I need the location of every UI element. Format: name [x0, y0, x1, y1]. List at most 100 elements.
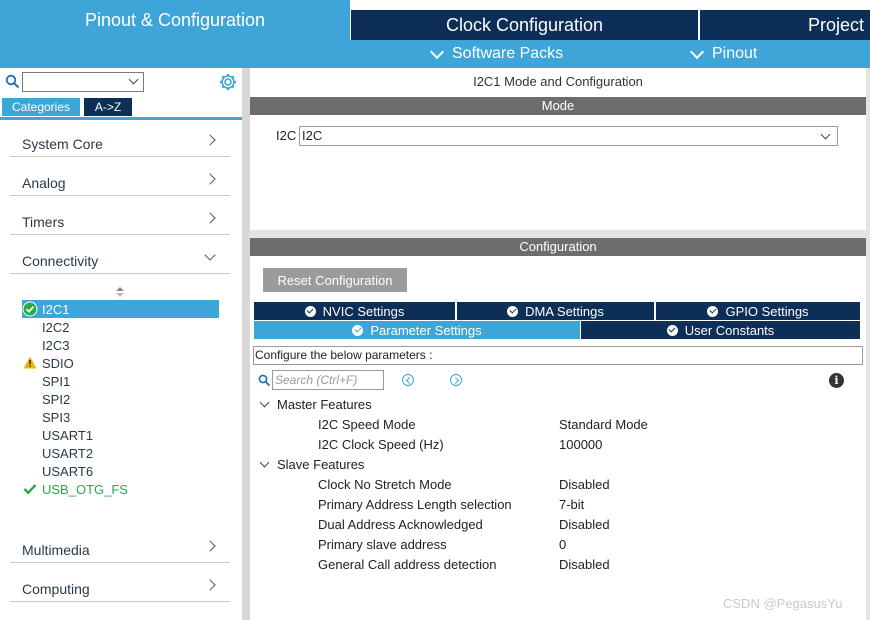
- configuration-section-header: Configuration: [250, 238, 866, 256]
- tab-label: DMA Settings: [525, 303, 604, 319]
- category-label: System Core: [22, 136, 103, 152]
- chevron-down-icon: [204, 249, 216, 261]
- check-circle-icon: [707, 305, 719, 317]
- tab-a-to-z[interactable]: A->Z: [84, 98, 132, 116]
- category-multimedia[interactable]: Multimedia: [10, 525, 230, 563]
- check-circle-icon: [352, 324, 364, 336]
- section-divider: [250, 230, 870, 238]
- peripheral-label: SDIO: [42, 355, 74, 371]
- check-circle-icon: [666, 324, 678, 336]
- category-analog[interactable]: Analog: [10, 158, 230, 196]
- peripheral-usart6[interactable]: USART6: [42, 462, 93, 480]
- peripheral-spi2[interactable]: SPI2: [42, 390, 70, 408]
- peripheral-usart2[interactable]: USART2: [42, 444, 93, 462]
- tab-nvic-settings[interactable]: NVIC Settings: [254, 302, 455, 320]
- tab-clock-configuration[interactable]: Clock Configuration: [351, 10, 698, 40]
- check-circle-icon: [22, 301, 38, 317]
- peripheral-spi1[interactable]: SPI1: [42, 372, 70, 390]
- peripheral-usart1[interactable]: USART1: [42, 426, 93, 444]
- search-next-button[interactable]: [450, 374, 462, 386]
- param-name: Primary Address Length selection: [318, 496, 512, 512]
- pinout-menu-label: Pinout: [712, 45, 758, 62]
- param-value[interactable]: Disabled: [559, 555, 610, 573]
- tab-label: GPIO Settings: [725, 303, 809, 319]
- tab-gpio-settings[interactable]: GPIO Settings: [656, 302, 860, 320]
- chevron-down-icon[interactable]: [128, 74, 139, 85]
- param-value[interactable]: Standard Mode: [559, 415, 648, 433]
- sub-menu-bar: Software Packs Pinout: [0, 40, 870, 68]
- configure-note: Configure the below parameters :: [253, 346, 863, 365]
- sort-icon[interactable]: [115, 286, 125, 298]
- peripheral-spi3[interactable]: SPI3: [42, 408, 70, 426]
- software-packs-label: Software Packs: [452, 45, 564, 62]
- page-title: I2C1 Mode and Configuration: [473, 74, 643, 89]
- peripheral-label: USART1: [42, 427, 94, 443]
- category-timers[interactable]: Timers: [10, 197, 230, 235]
- param-value[interactable]: Disabled: [559, 475, 610, 493]
- gear-icon[interactable]: [219, 73, 237, 91]
- chevron-down-icon: [820, 129, 831, 140]
- tab-pinout-configuration[interactable]: Pinout & Configuration: [0, 0, 350, 40]
- tab-clock-label: Clock Configuration: [445, 14, 604, 35]
- category-search-input[interactable]: [22, 72, 144, 92]
- check-circle-icon: [507, 305, 519, 317]
- peripheral-label: SPI1: [42, 373, 71, 389]
- chevron-left-icon: [405, 376, 413, 385]
- tab-project-manager[interactable]: Project: [700, 10, 870, 40]
- parameter-search-input[interactable]: Search (Ctrl+F): [272, 370, 384, 390]
- peripheral-label: SPI2: [42, 391, 71, 407]
- tab-a-to-z-label: A->Z: [94, 100, 122, 114]
- tab-label: User Constants: [684, 322, 775, 338]
- i2c-mode-select[interactable]: I2C: [299, 126, 838, 146]
- tab-pinout-label: Pinout & Configuration: [84, 9, 266, 30]
- group-label: Slave Features: [277, 456, 365, 472]
- tab-label: NVIC Settings: [322, 303, 405, 319]
- chevron-right-icon: [204, 173, 216, 185]
- search-icon[interactable]: [5, 74, 21, 90]
- category-label: Multimedia: [22, 542, 90, 558]
- param-name: I2C Clock Speed (Hz): [318, 436, 444, 452]
- i2c-mode-value: I2C: [302, 128, 323, 143]
- reset-configuration-button[interactable]: Reset Configuration: [263, 268, 407, 292]
- category-connectivity[interactable]: Connectivity: [10, 236, 230, 274]
- peripheral-i2c1[interactable]: I2C1: [42, 300, 69, 318]
- category-computing[interactable]: Computing: [10, 564, 230, 602]
- top-tab-bar: Pinout & Configuration Clock Configurati…: [0, 0, 870, 40]
- checkmark-icon: [23, 484, 37, 495]
- peripheral-label: I2C2: [42, 319, 70, 335]
- chevron-down-icon: [259, 457, 270, 468]
- chevron-right-icon: [204, 540, 216, 552]
- software-packs-menu[interactable]: Software Packs: [429, 40, 564, 68]
- param-value[interactable]: 0: [559, 535, 566, 553]
- search-icon[interactable]: [258, 374, 271, 387]
- chevron-down-icon: [259, 397, 270, 408]
- peripheral-label: I2C1: [42, 301, 70, 317]
- peripheral-sdio[interactable]: SDIO: [42, 354, 74, 372]
- group-master-features[interactable]: Master Features: [258, 395, 372, 413]
- tab-categories[interactable]: Categories: [2, 98, 80, 116]
- param-name: Clock No Stretch Mode: [318, 476, 452, 492]
- tab-user-constants[interactable]: User Constants: [581, 321, 860, 339]
- category-system-core[interactable]: System Core: [10, 119, 230, 157]
- pinout-menu[interactable]: Pinout: [689, 40, 758, 68]
- tab-parameter-settings[interactable]: Parameter Settings: [254, 321, 580, 339]
- group-slave-features[interactable]: Slave Features: [258, 455, 364, 473]
- search-previous-button[interactable]: [402, 374, 414, 386]
- peripheral-usb-otg-fs[interactable]: USB_OTG_FS: [42, 480, 128, 498]
- param-name: I2C Speed Mode: [318, 416, 416, 432]
- peripheral-label: USB_OTG_FS: [42, 481, 128, 497]
- panel-divider[interactable]: [242, 68, 250, 620]
- chevron-down-icon: [429, 44, 445, 59]
- category-label: Connectivity: [22, 253, 99, 269]
- peripheral-i2c2[interactable]: I2C2: [42, 318, 69, 336]
- peripheral-i2c3[interactable]: I2C3: [42, 336, 69, 354]
- peripheral-label: USART6: [42, 463, 94, 479]
- param-value[interactable]: 7-bit: [559, 495, 584, 513]
- tab-dma-settings[interactable]: DMA Settings: [457, 302, 654, 320]
- peripheral-label: SPI3: [42, 409, 71, 425]
- param-value[interactable]: Disabled: [559, 515, 610, 533]
- param-value[interactable]: 100000: [559, 435, 602, 453]
- reset-configuration-label: Reset Configuration: [277, 272, 393, 288]
- watermark: CSDN @PegasusYu: [723, 596, 843, 611]
- info-icon[interactable]: i: [829, 373, 844, 388]
